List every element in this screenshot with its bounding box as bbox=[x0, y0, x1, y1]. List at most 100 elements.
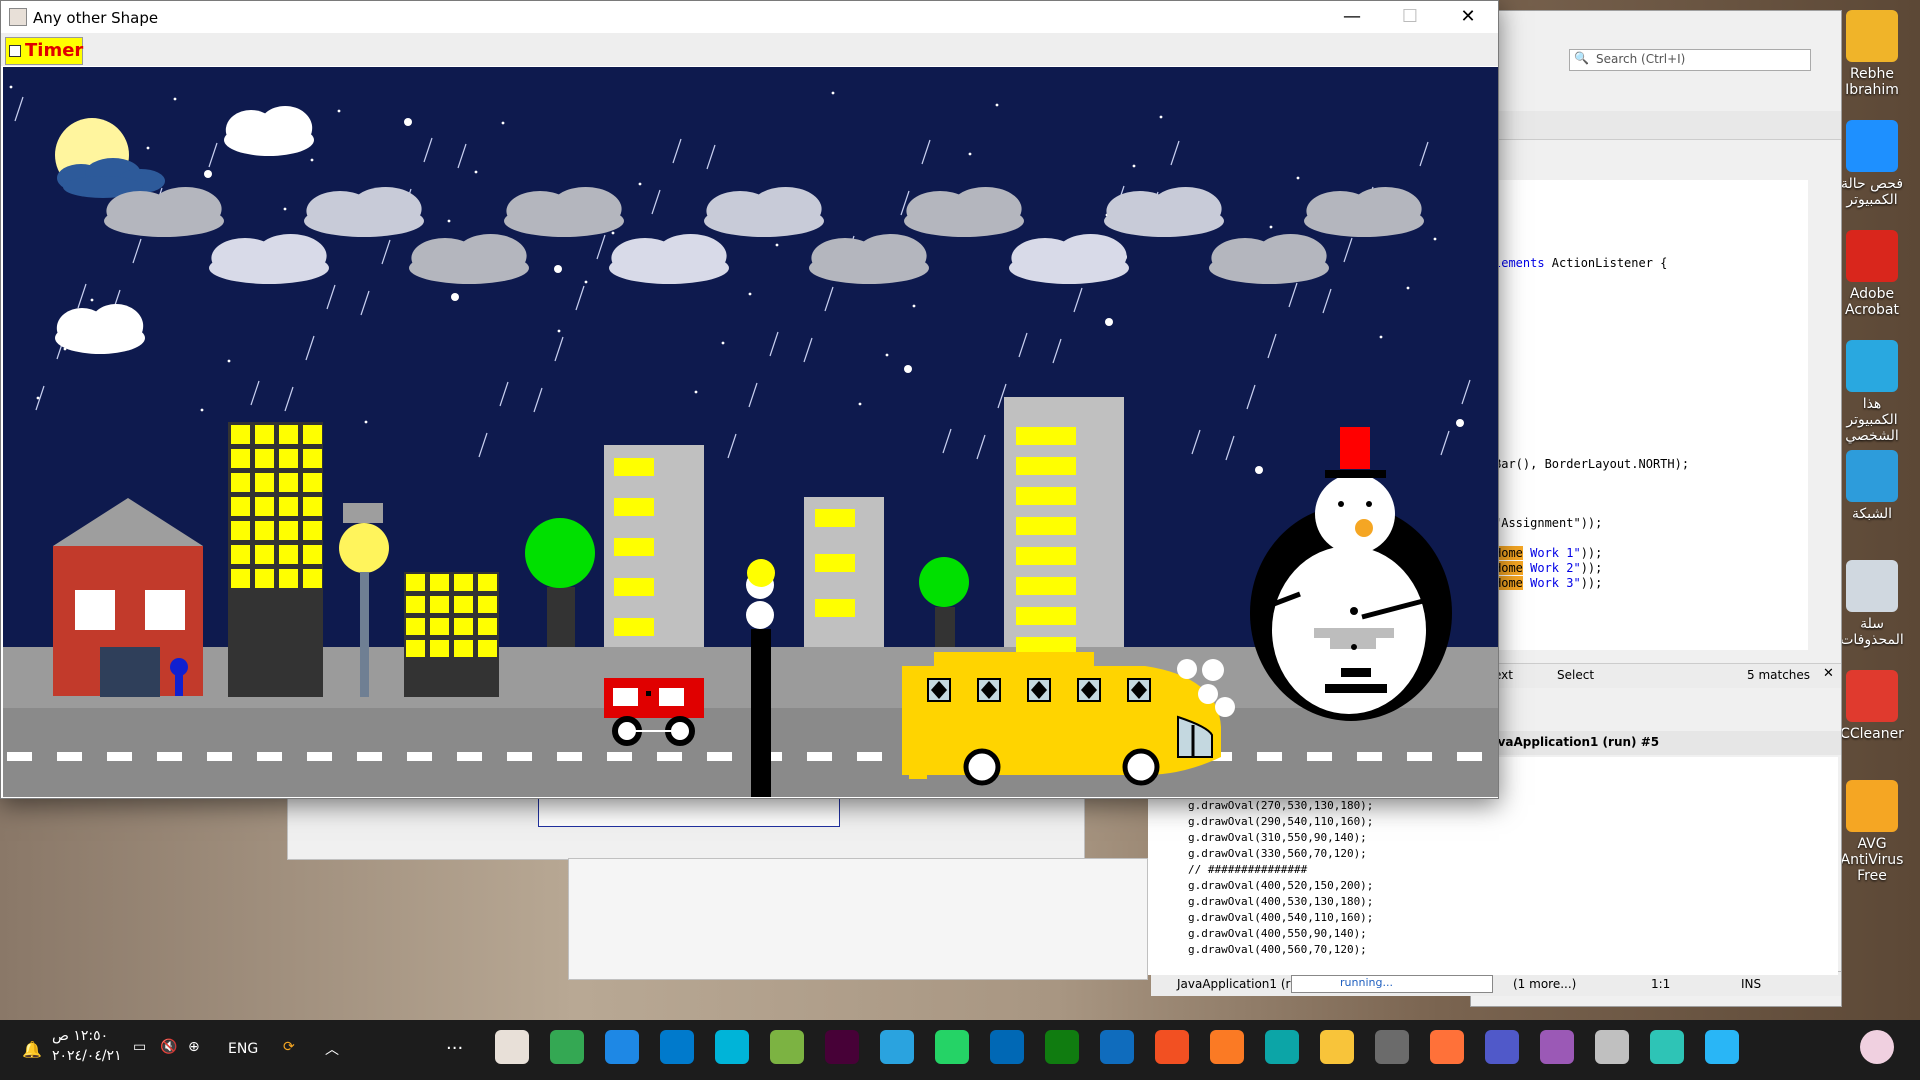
status-more[interactable]: (1 more...) bbox=[1513, 977, 1576, 991]
background-window[interactable] bbox=[287, 790, 1085, 860]
star bbox=[1132, 164, 1136, 168]
star bbox=[451, 293, 459, 301]
battery-icon[interactable]: ▭ bbox=[133, 1039, 146, 1055]
cloud bbox=[304, 187, 424, 237]
desktop-icon[interactable]: CCleaner bbox=[1840, 670, 1904, 742]
code-line: lements ActionListener { bbox=[1494, 256, 1667, 270]
chrome-icon[interactable] bbox=[550, 1030, 584, 1064]
desktop-icon[interactable]: فحص حالة الكمبيوتر bbox=[1840, 120, 1904, 208]
star bbox=[904, 365, 912, 373]
building-window bbox=[231, 449, 250, 468]
explorer-icon[interactable] bbox=[1320, 1030, 1354, 1064]
teams-icon[interactable] bbox=[1485, 1030, 1519, 1064]
health-check-icon bbox=[1846, 120, 1898, 172]
search-icon[interactable] bbox=[1650, 1030, 1684, 1064]
edge-icon[interactable] bbox=[1265, 1030, 1299, 1064]
building-window bbox=[255, 497, 274, 516]
timer-checkbox[interactable]: Timer bbox=[5, 37, 83, 65]
star bbox=[1269, 225, 1273, 229]
building-window bbox=[279, 449, 298, 468]
desktop-icon[interactable]: Rebhe Ibrahim bbox=[1840, 10, 1904, 98]
task-view-icon[interactable] bbox=[1595, 1030, 1629, 1064]
output-tab-label[interactable]: JavaApplication1 (run) #5 bbox=[1485, 735, 1659, 749]
media-player-icon[interactable] bbox=[605, 1030, 639, 1064]
status-progress-bar: running... bbox=[1291, 975, 1493, 993]
maximize-button[interactable]: ☐ bbox=[1381, 1, 1439, 33]
close-icon[interactable]: ✕ bbox=[1823, 666, 1834, 681]
chevron-up-icon[interactable]: ︿ bbox=[325, 1039, 339, 1059]
star bbox=[885, 353, 889, 357]
person-body bbox=[175, 672, 183, 696]
building-window bbox=[279, 425, 298, 444]
store-icon[interactable] bbox=[1155, 1030, 1189, 1064]
output-line: g.drawOval(400,550,90,140); bbox=[1188, 927, 1367, 940]
copilot-icon[interactable] bbox=[1540, 1030, 1574, 1064]
star bbox=[831, 91, 835, 95]
close-button[interactable]: ✕ bbox=[1439, 1, 1497, 33]
start-icon[interactable] bbox=[1705, 1030, 1739, 1064]
telegram-icon[interactable] bbox=[880, 1030, 914, 1064]
calculator-icon[interactable] bbox=[1375, 1030, 1409, 1064]
intel-icon[interactable] bbox=[990, 1030, 1024, 1064]
desktop-icon-label: سلة المحذوفات bbox=[1840, 616, 1904, 648]
star bbox=[337, 109, 341, 113]
vscode-icon[interactable] bbox=[660, 1030, 694, 1064]
network-icon[interactable]: ⊕ bbox=[188, 1039, 200, 1055]
checkbox-icon[interactable] bbox=[9, 45, 21, 57]
snowman-mouth bbox=[1325, 684, 1387, 693]
mail-icon[interactable] bbox=[1100, 1030, 1134, 1064]
firefox-icon[interactable] bbox=[1430, 1030, 1464, 1064]
code-editor[interactable]: lements ActionListener { Bar(), BorderLay… bbox=[1490, 180, 1808, 650]
output-line: g.drawOval(400,530,130,180); bbox=[1188, 895, 1374, 908]
overflow-menu[interactable]: ··· bbox=[446, 1038, 463, 1059]
jfx-icon[interactable] bbox=[770, 1030, 804, 1064]
java-icon[interactable] bbox=[495, 1030, 529, 1064]
desktop-icon[interactable]: سلة المحذوفات bbox=[1840, 560, 1904, 648]
xampp-icon[interactable] bbox=[1210, 1030, 1244, 1064]
adobe-xd-icon[interactable] bbox=[825, 1030, 859, 1064]
building-window bbox=[454, 640, 473, 657]
tree-crown bbox=[525, 518, 595, 588]
desktop-icon-label: فحص حالة الكمبيوتر bbox=[1840, 176, 1904, 208]
building-window bbox=[303, 425, 322, 444]
star bbox=[775, 243, 779, 247]
desktop-icon[interactable]: الشبكة bbox=[1840, 450, 1904, 522]
building-window bbox=[255, 569, 274, 588]
building-window bbox=[303, 449, 322, 468]
files-icon[interactable] bbox=[715, 1030, 749, 1064]
notification-icon[interactable]: 🔔 bbox=[22, 1040, 42, 1059]
find-select-button[interactable]: Select bbox=[1557, 668, 1594, 682]
post-light bbox=[746, 601, 774, 629]
building-window bbox=[454, 618, 473, 635]
star bbox=[995, 103, 999, 107]
star bbox=[501, 121, 505, 125]
code-line: Home Work 1")); bbox=[1494, 546, 1602, 560]
whatsapp-icon[interactable] bbox=[935, 1030, 969, 1064]
code-token: Work 2" bbox=[1522, 561, 1581, 575]
minimize-button[interactable]: — bbox=[1323, 1, 1381, 33]
output-line: g.drawOval(310,550,90,140); bbox=[1188, 831, 1367, 844]
desktop-icon[interactable]: هذا الكمبيوتر الشخصي bbox=[1840, 340, 1904, 444]
cloud bbox=[104, 187, 224, 237]
app-window[interactable]: Any other Shape — ☐ ✕ Timer bbox=[0, 0, 1499, 799]
code-token: Work 3" bbox=[1522, 576, 1581, 590]
user-folder-icon bbox=[1846, 10, 1898, 62]
title-bar[interactable]: Any other Shape — ☐ ✕ bbox=[1, 1, 1498, 33]
tray-date[interactable]: ٢٠٢٤/٠٤/٢١ bbox=[52, 1048, 122, 1064]
desktop-icon-label: هذا الكمبيوتر الشخصي bbox=[1845, 396, 1899, 444]
language-indicator[interactable]: ENG bbox=[228, 1041, 258, 1057]
desktop-icon[interactable]: AVG AntiVirus Free bbox=[1840, 780, 1904, 884]
background-window-2[interactable] bbox=[568, 858, 1148, 980]
xbox-icon[interactable] bbox=[1045, 1030, 1079, 1064]
ide-search-input[interactable]: 🔍 Search (Ctrl+I) bbox=[1569, 49, 1811, 71]
sync-icon[interactable]: ⟳ bbox=[283, 1039, 295, 1055]
cloud bbox=[609, 234, 729, 284]
road-dash bbox=[157, 752, 182, 761]
volume-muted-icon[interactable]: 🔇 bbox=[160, 1039, 177, 1055]
code-token: Bar(), BorderLayout.NORTH); bbox=[1494, 457, 1690, 471]
weather-icon[interactable] bbox=[1860, 1030, 1894, 1064]
desktop-icon[interactable]: Adobe Acrobat bbox=[1840, 230, 1904, 318]
star bbox=[36, 396, 40, 400]
star bbox=[968, 152, 972, 156]
tray-time[interactable]: ١٢:٥٠ ص bbox=[52, 1028, 108, 1044]
